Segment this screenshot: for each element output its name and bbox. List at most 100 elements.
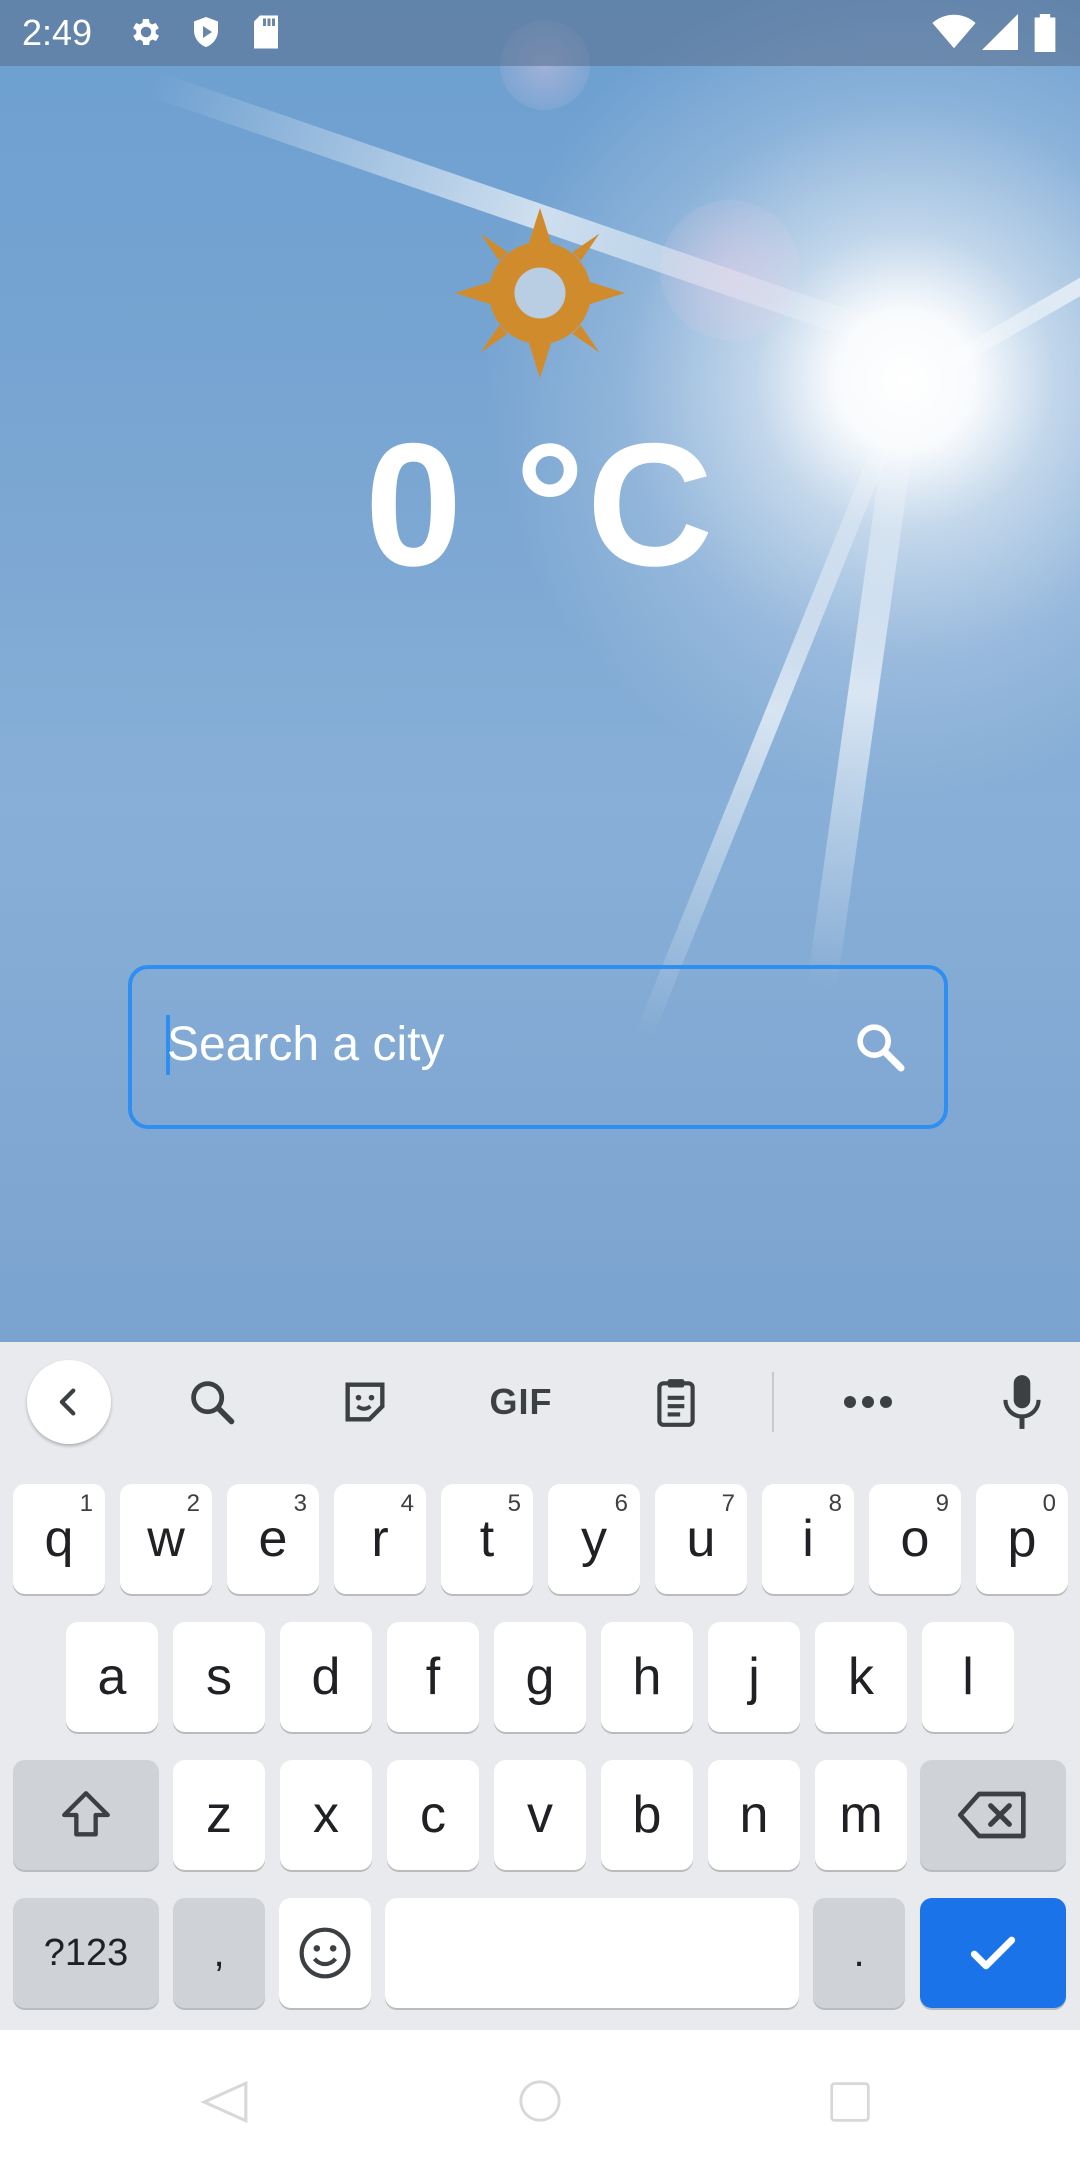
key-label: j — [748, 1648, 760, 1706]
key-number-hint: 6 — [614, 1490, 628, 1517]
voice-input-button[interactable] — [980, 1360, 1064, 1444]
key-label: i — [802, 1510, 814, 1568]
shield-icon — [194, 17, 218, 47]
key-o[interactable]: o9 — [869, 1484, 961, 1594]
key-j[interactable]: j — [708, 1622, 800, 1732]
key-m[interactable]: m — [815, 1760, 907, 1870]
key-label: u — [686, 1510, 716, 1568]
wifi-icon — [932, 14, 976, 49]
key-i[interactable]: i8 — [762, 1484, 854, 1594]
comma-label: , — [213, 1930, 225, 1975]
checkmark-icon — [970, 1936, 1016, 1970]
key-h[interactable]: h — [601, 1622, 693, 1732]
key-label: y — [581, 1510, 607, 1568]
backspace-key[interactable] — [920, 1760, 1066, 1870]
key-u[interactable]: u7 — [655, 1484, 747, 1594]
lens-flare — [660, 200, 800, 340]
keyboard-search-button[interactable] — [170, 1360, 254, 1444]
key-label: w — [147, 1510, 185, 1568]
status-bar: 2:49 — [0, 0, 1080, 66]
back-nav-icon[interactable] — [200, 2080, 250, 2124]
key-r[interactable]: r4 — [334, 1484, 426, 1594]
key-number-hint: 4 — [400, 1490, 414, 1517]
key-label: o — [900, 1510, 930, 1568]
key-number-hint: 7 — [721, 1490, 735, 1517]
key-label: z — [206, 1786, 232, 1844]
shift-icon — [62, 1791, 110, 1837]
search-icon[interactable] — [852, 1019, 908, 1075]
key-number-hint: 1 — [79, 1490, 93, 1517]
key-number-hint: 5 — [507, 1490, 521, 1517]
key-y[interactable]: y6 — [548, 1484, 640, 1594]
key-w[interactable]: w2 — [120, 1484, 212, 1594]
period-key[interactable]: . — [813, 1898, 905, 2008]
battery-icon — [1034, 14, 1056, 52]
sticker-button[interactable] — [323, 1360, 407, 1444]
key-number-hint: 9 — [935, 1490, 949, 1517]
weather-app-screen: 2:49 0 °C Search a city — [0, 0, 1080, 1342]
key-f[interactable]: f — [387, 1622, 479, 1732]
key-v[interactable]: v — [494, 1760, 586, 1870]
key-label: x — [313, 1786, 339, 1844]
key-number-hint: 8 — [828, 1490, 842, 1517]
temperature-display: 0 °C — [364, 408, 716, 603]
clipboard-button[interactable] — [634, 1360, 718, 1444]
key-g[interactable]: g — [494, 1622, 586, 1732]
key-number-hint: 0 — [1042, 1490, 1056, 1517]
key-d[interactable]: d — [280, 1622, 372, 1732]
key-s[interactable]: s — [173, 1622, 265, 1732]
back-icon — [59, 1388, 76, 1416]
period-label: . — [853, 1930, 865, 1975]
key-label: a — [97, 1648, 127, 1706]
key-l[interactable]: l — [922, 1622, 1014, 1732]
gif-label: GIF — [489, 1381, 553, 1422]
keyboard-back-button[interactable] — [27, 1360, 111, 1444]
sd-card-icon — [254, 15, 278, 49]
key-k[interactable]: k — [815, 1622, 907, 1732]
key-label: d — [311, 1648, 341, 1706]
search-icon — [191, 1381, 235, 1425]
key-number-hint: 3 — [293, 1490, 307, 1517]
key-a[interactable]: a — [66, 1622, 158, 1732]
key-label: v — [527, 1786, 553, 1844]
status-time: 2:49 — [22, 12, 93, 53]
key-z[interactable]: z — [173, 1760, 265, 1870]
backspace-icon — [958, 1791, 1026, 1839]
clipboard-icon — [657, 1379, 695, 1427]
key-n[interactable]: n — [708, 1760, 800, 1870]
key-e[interactable]: e3 — [227, 1484, 319, 1594]
key-b[interactable]: b — [601, 1760, 693, 1870]
key-c[interactable]: c — [387, 1760, 479, 1870]
shift-key[interactable] — [13, 1760, 159, 1870]
key-label: f — [425, 1648, 441, 1706]
comma-key[interactable]: , — [173, 1898, 265, 2008]
space-key[interactable] — [385, 1898, 799, 2008]
key-label: e — [258, 1510, 288, 1568]
key-label: r — [371, 1510, 389, 1568]
keyboard-toolbar: GIF — [0, 1342, 1080, 1462]
key-t[interactable]: t5 — [441, 1484, 533, 1594]
sticker-icon — [345, 1382, 385, 1422]
key-p[interactable]: p0 — [976, 1484, 1068, 1594]
key-label: t — [479, 1510, 495, 1568]
more-options-button[interactable] — [826, 1360, 910, 1444]
gif-button[interactable]: GIF — [476, 1360, 566, 1444]
home-nav-icon[interactable] — [517, 2078, 563, 2124]
key-label: l — [962, 1648, 974, 1706]
symbols-label: ?123 — [43, 1931, 129, 1974]
search-placeholder: Search a city — [167, 1018, 445, 1071]
emoji-key[interactable] — [279, 1898, 371, 2008]
key-label: m — [839, 1786, 883, 1844]
sun-ray — [901, 171, 1080, 395]
key-number-hint: 2 — [186, 1490, 200, 1517]
key-x[interactable]: x — [280, 1760, 372, 1870]
search-city-field[interactable]: Search a city — [128, 965, 948, 1129]
key-label: p — [1007, 1510, 1037, 1568]
recents-nav-icon[interactable] — [828, 2080, 872, 2124]
toolbar-divider — [772, 1372, 774, 1432]
enter-key[interactable] — [920, 1898, 1066, 2008]
symbols-key[interactable]: ?123 — [13, 1898, 159, 2008]
key-label: n — [739, 1786, 769, 1844]
key-label: k — [848, 1648, 874, 1706]
key-q[interactable]: q1 — [13, 1484, 105, 1594]
